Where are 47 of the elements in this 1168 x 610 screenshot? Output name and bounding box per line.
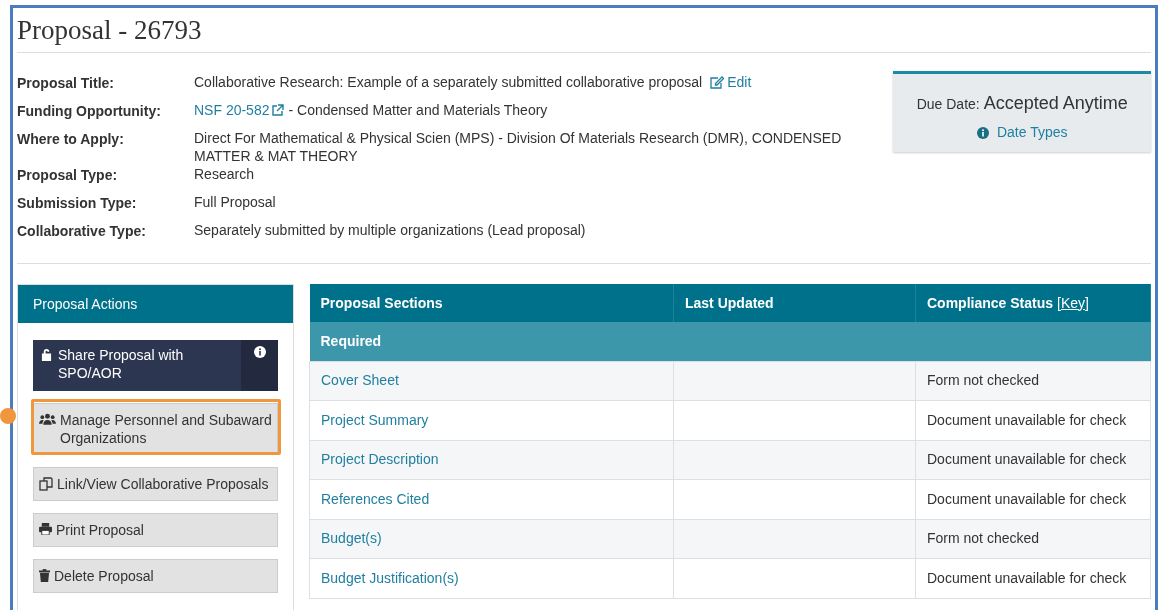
field-label: Funding Opportunity: [17,102,162,121]
field-label: Proposal Type: [17,166,119,185]
info-icon [976,126,989,139]
status-cell: Document unavailable for check [915,400,1151,440]
people-icon [39,413,56,426]
field-value: Separately submitted by multiple organizations (Lead proposal) [194,221,586,239]
edit-icon [710,75,725,89]
field-label: Proposal Title: [17,74,115,93]
key-link[interactable]: [Key] [1057,294,1089,311]
status-cell: Form not checked [915,519,1151,559]
due-date-label: Due Date: [916,95,980,114]
field-value: Research [194,165,254,183]
lock-icon [41,348,52,361]
status-cell: Form not checked [915,361,1151,401]
section-link[interactable]: Budget(s) [309,519,674,559]
action-button[interactable]: Print Proposal [33,513,278,547]
field-value: Collaborative Research: Example of a separately submitted collaborative proposal [194,73,703,91]
column-header: Compliance Status [927,294,1054,311]
funding-link[interactable]: NSF 20-582 [194,101,285,119]
field-label: Submission Type: [17,194,138,213]
info-icon [253,346,266,359]
trash-icon [39,569,50,582]
field-value: Full Proposal [194,193,276,211]
external-link-icon [272,104,285,116]
panel-header: Proposal Actions [18,285,293,323]
section-link[interactable]: Budget Justification(s) [309,558,674,598]
section-link[interactable]: Cover Sheet [309,361,674,401]
share-button[interactable]: Share Proposal with SPO/AOR [33,340,278,391]
copy-icon [39,477,53,491]
action-button[interactable]: Link/View Collaborative Proposals [33,467,278,501]
status-cell: Document unavailable for check [915,440,1151,480]
due-date-value: Accepted Anytime [983,92,1128,115]
section-link[interactable]: References Cited [309,479,674,519]
action-button[interactable]: Delete Proposal [33,559,278,593]
field-value: Direct For Mathematical & Physical Scien (MPS) - Division Of Materials Research (DMR), CONDENSED MATTER & MAT THEORY [194,129,843,165]
status-cell: Document unavailable for check [915,479,1151,519]
section-link[interactable]: Project Summary [309,400,674,440]
date-types-link[interactable]: Date Types [976,122,1068,143]
edit-link[interactable]: Edit [710,73,752,91]
action-button[interactable]: Manage Personnel and Subaward Organizations [33,403,278,455]
section-link[interactable]: Project Description [309,440,674,480]
print-icon [39,523,52,535]
status-cell: Document unavailable for check [915,558,1151,598]
page-title: Proposal - 26793 [17,8,1151,53]
field-label: Where to Apply: [17,130,125,149]
field-label: Collaborative Type: [17,222,147,241]
field-value: - Condensed Matter and Materials Theory [288,101,548,119]
